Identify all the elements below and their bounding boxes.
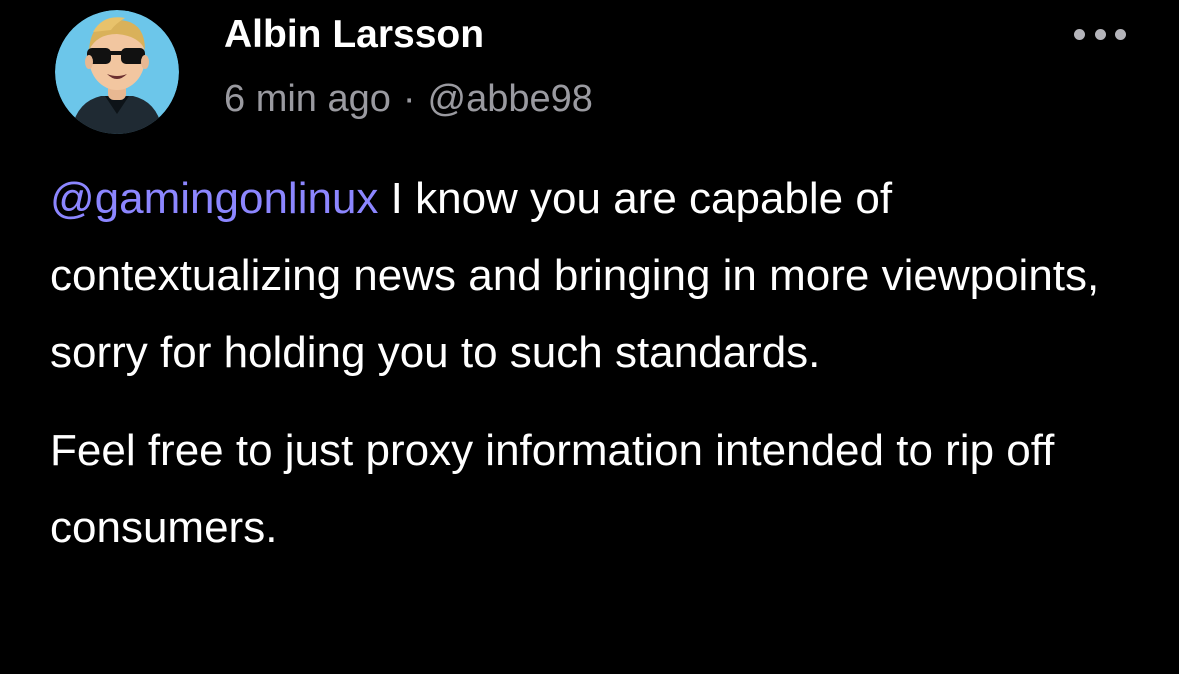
- post-card: Albin Larsson 6 min ago · @abbe98 @gamingo…: [0, 0, 1179, 674]
- mention-link[interactable]: @gamingonlinux: [50, 174, 378, 223]
- author-handle[interactable]: @abbe98: [428, 78, 593, 120]
- post-timestamp: 6 min ago: [224, 78, 391, 120]
- memoji-avatar-icon: [55, 10, 179, 134]
- post-body: @gamingonlinux I know you are capable of…: [50, 160, 1130, 566]
- more-options-icon: [1074, 28, 1085, 40]
- more-options-icon-dot-2: [1094, 28, 1106, 40]
- more-options-icon-dot-3: [1115, 28, 1126, 40]
- meta-separator: ·: [402, 78, 416, 120]
- author-avatar[interactable]: [55, 10, 179, 134]
- post-paragraph-2: Feel free to just proxy information inte…: [50, 426, 1055, 552]
- post-meta: 6 min ago · @abbe98: [224, 76, 593, 122]
- more-options-button[interactable]: [1068, 20, 1132, 48]
- author-display-name[interactable]: Albin Larsson: [224, 12, 484, 58]
- post-paragraph-1: @gamingonlinux I know you are capable of…: [50, 160, 1130, 391]
